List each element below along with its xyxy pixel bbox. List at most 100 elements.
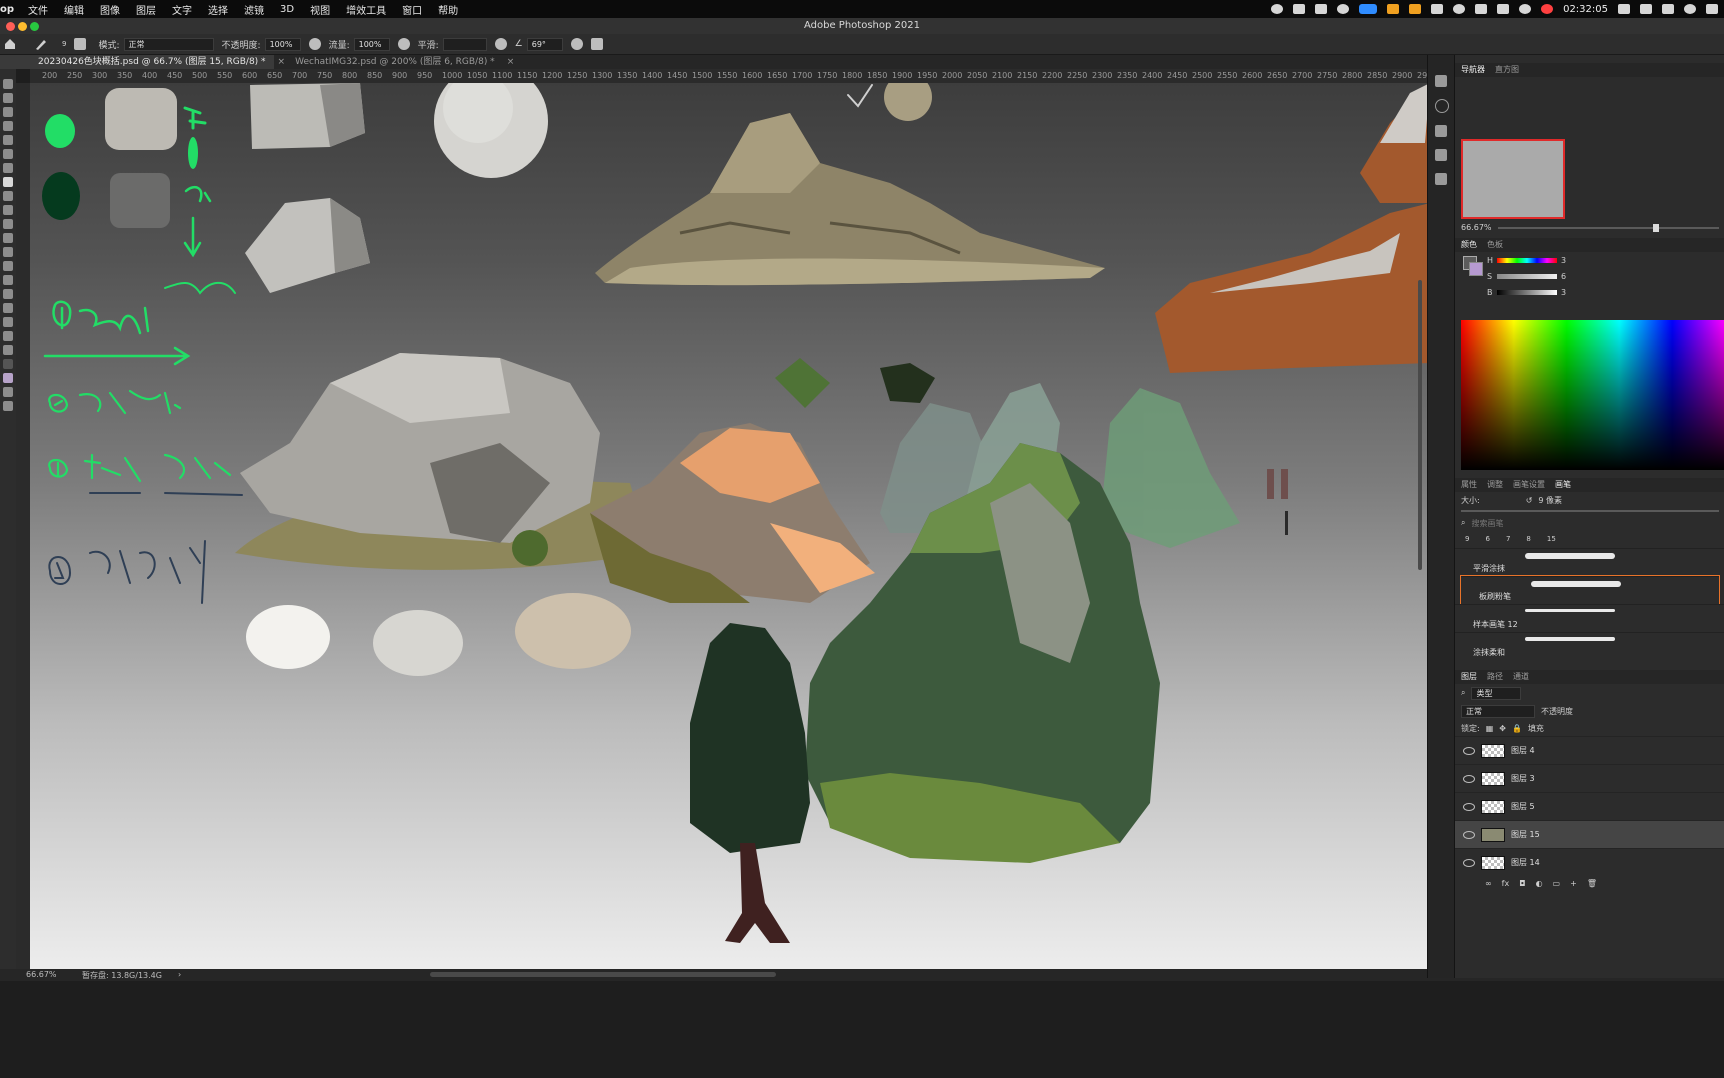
tab-document-2[interactable]: WechatIMG32.psd @ 200% (图层 6, RGB/8) *	[289, 55, 503, 69]
opacity-field[interactable]: 100%	[264, 37, 301, 51]
link-layers-icon[interactable]: ∞	[1485, 879, 1492, 888]
navigator-preview[interactable]	[1461, 139, 1565, 219]
tab-channels[interactable]: 通道	[1513, 670, 1529, 684]
angle-field[interactable]: 69°	[526, 37, 563, 51]
menu-select[interactable]: 选择	[200, 2, 236, 17]
new-layer-icon[interactable]: +	[1570, 879, 1577, 888]
background-color-chip[interactable]	[1469, 262, 1483, 276]
path-select-tool-icon[interactable]	[3, 289, 13, 299]
b-value[interactable]: 3	[1561, 288, 1566, 297]
tab-brushes[interactable]: 画笔	[1555, 478, 1571, 492]
brush-tool-icon[interactable]	[3, 177, 13, 187]
move-tool-icon[interactable]	[3, 79, 13, 89]
home-icon[interactable]	[4, 38, 16, 50]
user-icon[interactable]	[1519, 4, 1532, 14]
delete-layer-icon[interactable]: 🗑	[1587, 879, 1597, 888]
tab-adjustments[interactable]: 调整	[1487, 478, 1503, 492]
pen-tool-icon[interactable]	[3, 275, 13, 285]
saturation-slider[interactable]	[1497, 274, 1557, 279]
brush-search-input[interactable]: 搜索画笔	[1471, 518, 1503, 529]
menu-view[interactable]: 视图	[302, 2, 338, 17]
layer-row[interactable]: 图层 5	[1455, 792, 1724, 820]
healing-tool-icon[interactable]	[3, 163, 13, 173]
bell-icon[interactable]	[1409, 4, 1422, 14]
bluetooth-icon[interactable]	[1640, 4, 1652, 14]
brush-tool-icon[interactable]	[34, 38, 48, 50]
more-tools-icon[interactable]	[3, 345, 13, 355]
screen-mode-icon[interactable]	[3, 401, 13, 411]
layer-row[interactable]: 图层 4	[1455, 736, 1724, 764]
brush-size-value[interactable]: 9 像素	[1538, 495, 1562, 506]
gradient-tool-icon[interactable]	[3, 233, 13, 243]
app-store-icon[interactable]	[1359, 4, 1378, 14]
canvas[interactable]	[30, 83, 1556, 969]
tools-icon[interactable]	[1435, 173, 1447, 185]
brush-preset-picker[interactable]: 9	[62, 40, 66, 48]
new-group-icon[interactable]: ▭	[1553, 879, 1561, 888]
history-icon[interactable]	[1435, 75, 1447, 87]
info-icon[interactable]	[1435, 99, 1449, 113]
foreground-color-swatch[interactable]	[3, 359, 13, 369]
brush-item-selected[interactable]: 板刷粉笔	[1460, 575, 1720, 605]
layer-filter-select[interactable]: 类型	[1471, 686, 1522, 700]
wifi-icon[interactable]	[1662, 4, 1674, 14]
brush-preset[interactable]: 8	[1526, 535, 1530, 543]
airbrush-icon[interactable]	[397, 38, 410, 50]
menu-type[interactable]: 文字	[164, 2, 200, 17]
hue-slider[interactable]	[1497, 258, 1557, 263]
layer-row-selected[interactable]: 图层 15	[1455, 820, 1724, 848]
add-mask-icon[interactable]: ◘	[1519, 879, 1525, 888]
control-center-icon[interactable]	[1706, 4, 1718, 14]
brush-preset[interactable]: 9	[1465, 535, 1469, 543]
brush-item[interactable]: 涂抹柔和	[1455, 632, 1724, 660]
quick-mask-icon[interactable]	[3, 387, 13, 397]
adjustment-layer-icon[interactable]: ◐	[1536, 879, 1543, 888]
menu-help[interactable]: 帮助	[430, 2, 466, 17]
code-icon[interactable]	[1497, 4, 1510, 14]
brightness-slider[interactable]	[1497, 290, 1557, 295]
cloud-icon[interactable]	[1337, 4, 1350, 14]
layer-row[interactable]: 图层 14	[1455, 848, 1724, 876]
smoothing-field[interactable]	[442, 37, 487, 51]
eyedropper-tool-icon[interactable]	[3, 149, 13, 159]
zoom-slider[interactable]	[1497, 223, 1719, 232]
background-color-swatch[interactable]	[3, 373, 13, 383]
close-tab-icon[interactable]: ×	[274, 55, 290, 69]
quick-select-tool-icon[interactable]	[3, 135, 13, 145]
history-brush-tool-icon[interactable]	[3, 205, 13, 215]
tab-paths[interactable]: 路径	[1487, 670, 1503, 684]
menubar-clock[interactable]: 02:32:05	[1563, 4, 1608, 15]
tab-swatches[interactable]: 色板	[1487, 238, 1503, 252]
tab-color[interactable]: 颜色	[1461, 238, 1477, 252]
tab-histogram[interactable]: 直方图	[1495, 63, 1519, 77]
flow-field[interactable]: 100%	[353, 37, 390, 51]
play-icon[interactable]	[1453, 4, 1466, 14]
brush-item[interactable]: 样本画笔 12	[1455, 604, 1724, 632]
tab-properties[interactable]: 属性	[1461, 478, 1477, 492]
visibility-eye-icon[interactable]	[1463, 830, 1475, 839]
close-tab-icon[interactable]: ×	[503, 55, 519, 69]
mute-icon[interactable]	[1618, 4, 1630, 14]
tab-brush-settings[interactable]: 画笔设置	[1513, 478, 1545, 492]
wechat-icon[interactable]	[1293, 4, 1306, 14]
paragraph-icon[interactable]	[1435, 149, 1447, 161]
character-icon[interactable]	[1435, 125, 1447, 137]
brush-preset[interactable]: 6	[1485, 535, 1489, 543]
visibility-eye-icon[interactable]	[1463, 774, 1475, 783]
tab-navigator[interactable]: 导航器	[1461, 63, 1485, 77]
smudge-tool-icon[interactable]	[3, 247, 13, 257]
lock-position-icon[interactable]: ✥	[1499, 724, 1506, 733]
pressure-opacity-icon[interactable]	[308, 38, 321, 50]
zoom-tool-icon[interactable]	[3, 331, 13, 341]
blend-mode-select[interactable]: 正常	[1461, 704, 1535, 718]
tab-layers[interactable]: 图层	[1461, 670, 1477, 684]
layer-row[interactable]: 图层 3	[1455, 764, 1724, 792]
menu-file[interactable]: 文件	[20, 2, 56, 17]
menu-layer[interactable]: 图层	[128, 2, 164, 17]
visibility-eye-icon[interactable]	[1463, 802, 1475, 811]
h-value[interactable]: 3	[1561, 256, 1566, 265]
visibility-eye-icon[interactable]	[1463, 746, 1475, 755]
zoom-status[interactable]: 66.67%	[26, 970, 57, 979]
crop-tool-icon[interactable]	[3, 121, 13, 131]
tab-document-1[interactable]: 20230426色块概括.psd @ 66.7% (图层 15, RGB/8) …	[0, 55, 274, 69]
